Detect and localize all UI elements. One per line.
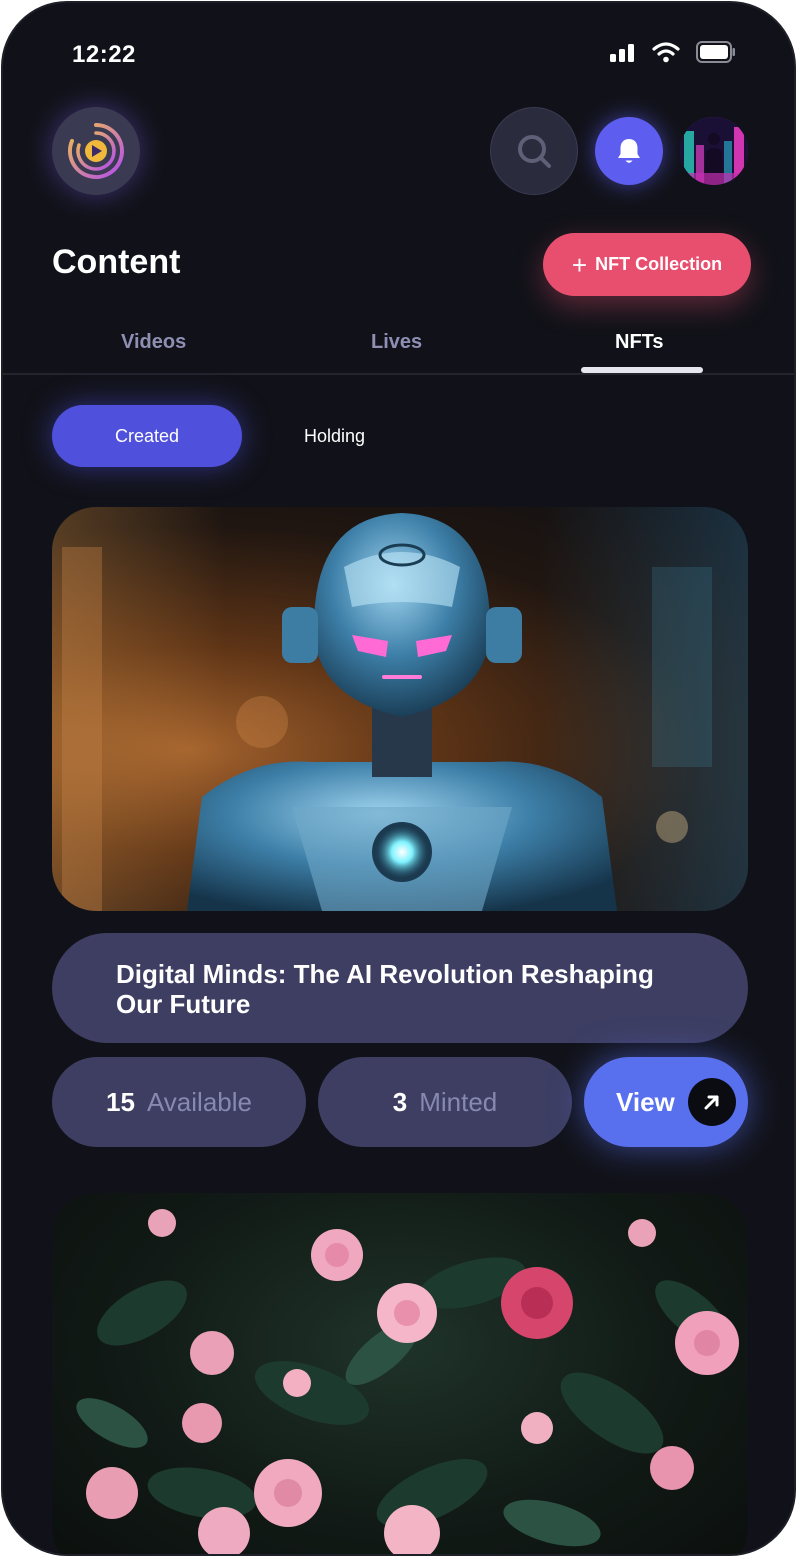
add-nft-collection-label: NFT Collection: [595, 254, 723, 274]
minted-count: 3: [392, 1086, 408, 1117]
robot-illustration: [62, 513, 712, 911]
plus-icon: +: [571, 249, 588, 280]
arrow-up-right-icon: [688, 1078, 736, 1126]
status-icons: [610, 41, 736, 63]
battery-icon: [696, 41, 735, 63]
available-label: Available: [146, 1086, 252, 1117]
phone-frame: 12:22 Content + NFT Collection Videos Li…: [3, 3, 794, 1554]
add-nft-collection-button[interactable]: + NFT Collection: [543, 233, 751, 296]
bell-icon: [618, 139, 640, 163]
user-avatar[interactable]: [680, 117, 748, 185]
available-count: 15: [106, 1086, 135, 1117]
signal-icon: [610, 44, 634, 62]
status-time: 12:22: [72, 41, 136, 68]
logo-button[interactable]: [52, 107, 140, 195]
wifi-icon: [652, 42, 680, 63]
page-title: Content: [52, 243, 181, 281]
minted-label: Minted: [419, 1086, 498, 1117]
play-ring-logo-icon: [68, 123, 124, 179]
minted-stat: 3 Minted: [318, 1057, 572, 1147]
flowers-illustration: [76, 1209, 739, 1554]
segment-holding[interactable]: Holding: [304, 426, 365, 447]
tab-videos[interactable]: Videos: [121, 331, 186, 354]
notifications-button[interactable]: [595, 117, 663, 185]
available-stat: 15 Available: [52, 1057, 306, 1147]
view-label: View: [616, 1086, 675, 1117]
nft-title: Digital Minds: The AI Revolution Reshapi…: [52, 933, 748, 1043]
search-button[interactable]: [490, 107, 578, 195]
avatar-image: [680, 117, 748, 185]
view-button[interactable]: View: [584, 1057, 748, 1147]
active-tab-indicator: [581, 367, 703, 373]
tab-nfts[interactable]: NFTs: [615, 331, 664, 354]
content-tabs: Videos Lives NFTs: [3, 327, 794, 375]
pink-flowers-nft-image[interactable]: [52, 1193, 748, 1554]
robot-nft-image[interactable]: [52, 507, 748, 911]
search-icon: [518, 135, 551, 168]
segment-created[interactable]: Created: [52, 405, 242, 467]
tab-lives[interactable]: Lives: [371, 331, 422, 354]
